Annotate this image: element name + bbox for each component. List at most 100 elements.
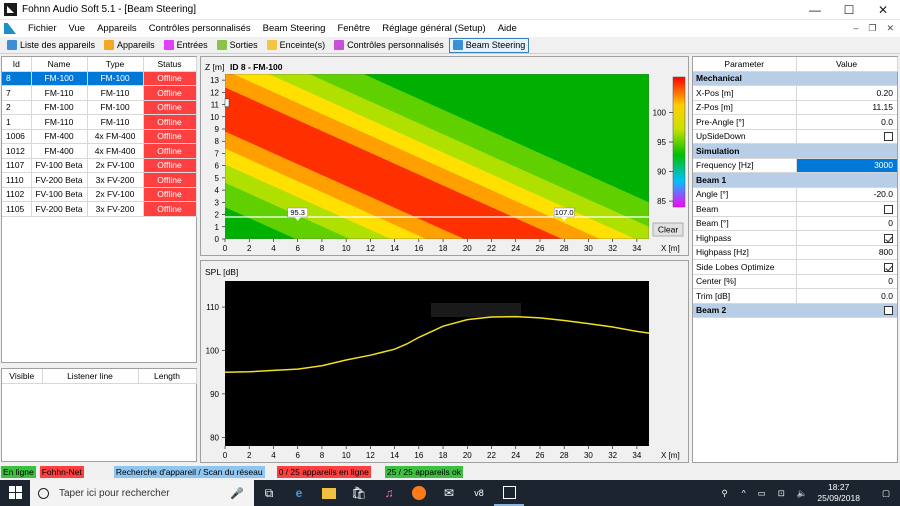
spl-line-chart[interactable]: SPL [dB] 0 2 4 6 8 10 12 14 16 18 20 22 24 26 28 30 32 34… bbox=[201, 261, 688, 462]
taskbar-clock[interactable]: 18:27 25/09/2018 bbox=[817, 482, 860, 504]
tab-label: Enceinte(s) bbox=[279, 40, 326, 50]
tray-chevron-icon[interactable]: ^ bbox=[742, 488, 746, 498]
mdi-minimize-button[interactable]: – bbox=[853, 20, 858, 37]
column-header-name[interactable]: Name bbox=[31, 57, 88, 72]
device-row[interactable]: 2 FM-100 FM-100 Offline bbox=[2, 100, 197, 115]
parameter-checkbox[interactable] bbox=[884, 233, 893, 243]
device-row[interactable]: 1110 FV-200 Beta 3x FV-200 Offline bbox=[2, 172, 197, 188]
tab-beam-steering[interactable]: Beam Steering bbox=[448, 37, 530, 53]
device-row[interactable]: 1006 FM-400 4x FM-400 Offline bbox=[2, 129, 197, 144]
parameter-row[interactable]: Pre-Angle [°] 0.0 bbox=[693, 114, 897, 130]
parameter-value[interactable]: 0 bbox=[796, 216, 897, 231]
menu-beam-steering[interactable]: Beam Steering bbox=[257, 20, 332, 37]
parameter-row[interactable]: Highpass [Hz] 800 bbox=[693, 245, 897, 260]
y-tick-label: 11 bbox=[211, 101, 220, 110]
parameter-name: Trim [dB] bbox=[693, 288, 797, 304]
menu-fichier[interactable]: Fichier bbox=[22, 20, 63, 37]
people-icon[interactable]: ⚲ bbox=[721, 488, 727, 499]
edge-browser-icon[interactable]: e bbox=[284, 480, 314, 506]
column-header-listener-line[interactable]: Listener line bbox=[42, 369, 139, 384]
parameter-checkbox[interactable] bbox=[884, 132, 893, 142]
mdi-document-icon[interactable] bbox=[4, 23, 16, 34]
parameter-row[interactable]: Beam [°] 0 bbox=[693, 216, 897, 231]
tab-device-list[interactable]: Liste des appareils bbox=[3, 38, 99, 53]
close-button[interactable]: ✕ bbox=[866, 0, 900, 20]
status-fohhn-net[interactable]: Fohhn-Net bbox=[39, 466, 84, 478]
tab-custom-controls[interactable]: Contrôles personnalisés bbox=[330, 38, 448, 53]
parameter-value[interactable]: 3000 bbox=[796, 158, 897, 173]
device-row[interactable]: 1102 FV-100 Beta 2x FV-100 Offline bbox=[2, 187, 197, 202]
parameter-row[interactable]: Beam bbox=[693, 201, 897, 217]
microphone-icon[interactable]: 🎤 bbox=[230, 487, 244, 500]
device-row[interactable]: 7 FM-110 FM-110 Offline bbox=[2, 85, 197, 101]
parameter-row[interactable]: Trim [dB] 0.0 bbox=[693, 288, 897, 304]
notifications-icon[interactable]: ▢ bbox=[882, 488, 890, 499]
taskbar-search-box[interactable]: Taper ici pour rechercher 🎤 bbox=[30, 480, 254, 506]
parameter-value[interactable]: -20.0 bbox=[796, 187, 897, 202]
column-header-type[interactable]: Type bbox=[87, 57, 144, 72]
parameter-row[interactable]: Frequency [Hz] 3000 bbox=[693, 158, 897, 173]
device-row[interactable]: 8 FM-100 FM-100 Offline bbox=[2, 71, 197, 86]
menu-setup[interactable]: Réglage général (Setup) bbox=[376, 20, 492, 37]
mail-icon[interactable]: ✉ bbox=[434, 480, 464, 506]
x-tick-label: 4 bbox=[271, 244, 276, 253]
section-checkbox[interactable] bbox=[884, 306, 893, 316]
store-icon[interactable]: 🛍 bbox=[344, 480, 374, 506]
parameter-value[interactable]: 0.20 bbox=[796, 85, 897, 101]
column-header-visible[interactable]: Visible bbox=[2, 369, 43, 384]
app-v8-icon[interactable]: v8 bbox=[464, 480, 494, 506]
parameter-row[interactable]: X-Pos [m] 0.20 bbox=[693, 85, 897, 101]
parameter-value[interactable]: 0 bbox=[796, 274, 897, 289]
spl-heatmap[interactable]: Z [m] ID 8 - FM-100 0 2 4 6 8 10 12 14 16 18 20 22 2… bbox=[201, 57, 688, 255]
clear-button[interactable]: Clear bbox=[652, 222, 684, 237]
device-row[interactable]: 1107 FV-100 Beta 2x FV-100 Offline bbox=[2, 158, 197, 173]
tab-devices[interactable]: Appareils bbox=[100, 38, 159, 53]
device-row[interactable]: 1 FM-110 FM-110 Offline bbox=[2, 114, 197, 130]
menu-controles[interactable]: Contrôles personnalisés bbox=[143, 20, 257, 37]
parameter-row[interactable]: Center [%] 0 bbox=[693, 274, 897, 289]
minimize-button[interactable]: — bbox=[798, 0, 832, 20]
speaker-position-marker[interactable] bbox=[224, 98, 230, 107]
parameter-row[interactable]: Side Lobes Optimize bbox=[693, 259, 897, 275]
volume-icon[interactable]: 🔈 bbox=[797, 488, 808, 499]
parameter-value[interactable]: 11.15 bbox=[796, 100, 897, 115]
x-tick-label: 22 bbox=[487, 244, 496, 253]
parameter-row[interactable]: Z-Pos [m] 11.15 bbox=[693, 100, 897, 115]
parameter-row[interactable]: UpSideDown bbox=[693, 129, 897, 144]
parameter-value[interactable]: 0.0 bbox=[796, 114, 897, 130]
parameter-row[interactable]: Angle [°] -20.0 bbox=[693, 187, 897, 202]
menu-appareils[interactable]: Appareils bbox=[91, 20, 143, 37]
tab-outputs[interactable]: Sorties bbox=[213, 38, 262, 53]
app-window: Fohnn Audio Soft 5.1 - [Beam Steering] —… bbox=[0, 0, 900, 506]
parameter-checkbox[interactable] bbox=[884, 262, 893, 272]
file-explorer-icon[interactable] bbox=[314, 480, 344, 506]
windows-start-button[interactable] bbox=[0, 480, 30, 506]
mdi-restore-button[interactable]: ❐ bbox=[868, 20, 876, 37]
mdi-close-button[interactable]: ✕ bbox=[886, 20, 894, 37]
menu-vue[interactable]: Vue bbox=[63, 20, 92, 37]
device-row[interactable]: 1012 FM-400 4x FM-400 Offline bbox=[2, 143, 197, 159]
tab-inputs[interactable]: Entrées bbox=[160, 38, 212, 53]
tab-speakers[interactable]: Enceinte(s) bbox=[263, 38, 330, 53]
menu-aide[interactable]: Aide bbox=[492, 20, 523, 37]
maximize-button[interactable]: ☐ bbox=[832, 0, 866, 20]
firefox-icon[interactable] bbox=[404, 480, 434, 506]
device-name-cell: FM-110 bbox=[31, 85, 88, 101]
y-tick-label: 13 bbox=[210, 76, 219, 85]
network-icon[interactable]: ⊡ bbox=[778, 488, 785, 499]
parameter-name: Z-Pos [m] bbox=[693, 100, 797, 115]
itunes-icon[interactable]: ♫ bbox=[374, 480, 404, 506]
column-header-length[interactable]: Length bbox=[138, 369, 197, 384]
status-network-scan[interactable]: Recherche d'appareil / Scan du réseau bbox=[113, 466, 265, 478]
device-row[interactable]: 1105 FV-200 Beta 3x FV-200 Offline bbox=[2, 201, 197, 217]
menu-fenetre[interactable]: Fenêtre bbox=[331, 20, 376, 37]
parameter-value[interactable]: 0.0 bbox=[796, 288, 897, 304]
battery-icon[interactable]: ▭ bbox=[758, 488, 766, 499]
parameter-value[interactable]: 800 bbox=[796, 245, 897, 260]
task-view-icon[interactable]: ⧉ bbox=[254, 480, 284, 506]
parameter-checkbox[interactable] bbox=[884, 204, 893, 214]
parameter-row[interactable]: Highpass bbox=[693, 230, 897, 246]
column-header-status[interactable]: Status bbox=[143, 57, 197, 72]
column-header-id[interactable]: Id bbox=[2, 57, 32, 72]
fohhn-audio-soft-taskbar-icon[interactable] bbox=[494, 480, 524, 506]
